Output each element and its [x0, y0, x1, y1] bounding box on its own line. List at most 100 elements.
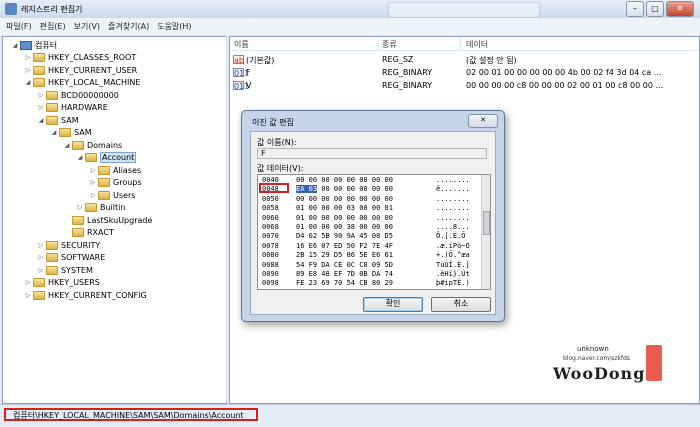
tree-expander-icon[interactable]: ◢: [37, 117, 45, 124]
hex-offset: 0070: [262, 232, 279, 241]
tree-node-label: HKEY_CLASSES_ROOT: [48, 53, 137, 62]
tree-expander-icon[interactable]: ◢: [11, 42, 19, 49]
tree-expander-icon[interactable]: ▷: [24, 279, 32, 286]
hex-offset: 0058: [262, 204, 279, 213]
menu-item-3[interactable]: 즐겨찾기(A): [108, 21, 149, 32]
tree-expander-icon[interactable]: ▷: [89, 167, 97, 174]
hex-bytes[interactable]: 00 00 00 00 00 00 00 00: [296, 194, 393, 204]
tree-node[interactable]: ▷ Builtin: [76, 202, 125, 214]
tree-node-label: SECURITY: [61, 240, 101, 250]
hex-ascii: ........: [436, 176, 470, 184]
window-controls: – ▢ ✕: [626, 1, 694, 17]
list-column-header: 이름 종류 데이터: [230, 37, 699, 51]
hex-selected-bytes[interactable]: EA 03: [296, 185, 318, 194]
tree-node[interactable]: ▷ SYSTEM: [37, 264, 93, 276]
hex-bytes[interactable]: 01 00 00 00 03 00 00 01: [296, 203, 393, 213]
tree-node-label: Account: [100, 152, 137, 163]
menu-item-0[interactable]: 파일(F): [6, 21, 32, 32]
tree-node[interactable]: ▷ BCD00000000: [37, 89, 119, 101]
tree-node[interactable]: ◢ 컴퓨터: [11, 39, 57, 51]
tree-expander-icon[interactable]: ▷: [89, 192, 97, 199]
hex-scrollbar[interactable]: [481, 175, 490, 289]
value-name-label: 값 이름(N):: [257, 138, 297, 147]
hex-bytes[interactable]: 54 F9 DA CE 0C C8 09 5D: [296, 260, 393, 270]
tree-expander-icon[interactable]: ◢: [50, 129, 58, 136]
folder-icon: [46, 103, 58, 112]
hex-offset: 0088: [262, 260, 279, 269]
tree-expander-icon[interactable]: ◢: [24, 79, 32, 86]
hex-bytes[interactable]: 89 E8 48 EF 7D 0B DA 74: [296, 269, 393, 279]
hex-ascii: ê.......: [436, 185, 470, 194]
tree-node[interactable]: ▷ Aliases: [89, 164, 141, 176]
cancel-button[interactable]: 취소: [431, 297, 491, 312]
hex-bytes[interactable]: D4 02 5B 90 9A 45 08 D5: [296, 231, 393, 241]
column-divider[interactable]: [460, 37, 461, 50]
tree-expander-icon[interactable]: ▷: [37, 267, 45, 274]
tree-node[interactable]: ▷ SOFTWARE: [37, 252, 105, 264]
value-row[interactable]: ab (기본값) REG_SZ (값 설정 안 됨): [230, 53, 699, 66]
tree-expander-icon[interactable]: ▷: [37, 92, 45, 99]
tree-expander-icon[interactable]: ▷: [24, 292, 32, 299]
menu-item-1[interactable]: 편집(E): [40, 21, 66, 32]
hex-bytes[interactable]: 00 00 00 00 00 00 00 00: [296, 175, 393, 185]
tree-node-label: HARDWARE: [61, 103, 108, 112]
tree-node[interactable]: ▷ Users: [89, 189, 135, 201]
tree-node-label: HKEY_CURRENT_USER: [48, 65, 138, 75]
tree-expander-icon[interactable]: ◢: [63, 142, 71, 149]
folder-icon: [46, 240, 58, 250]
hex-ascii: +.)Õ.^æa: [436, 251, 470, 260]
tree-node[interactable]: LastSkuUpgrade: [63, 214, 152, 226]
ok-button[interactable]: 확인: [363, 297, 423, 312]
close-button[interactable]: ✕: [666, 1, 694, 17]
maximize-button[interactable]: ▢: [646, 1, 664, 17]
scroll-thumb[interactable]: [483, 211, 490, 235]
minimize-button[interactable]: –: [626, 1, 644, 17]
tree-expander-icon[interactable]: ◢: [76, 154, 84, 161]
tree-node-label: 컴퓨터: [35, 40, 58, 50]
column-data[interactable]: 데이터: [466, 39, 488, 50]
tree-expander-icon[interactable]: ▷: [37, 254, 45, 261]
value-row[interactable]: 011 F REG_BINARY 02 00 01 00 00 00 00 00 4b…: [230, 66, 699, 79]
tree-expander-icon[interactable]: ▷: [24, 67, 32, 74]
hex-bytes[interactable]: 2B 15 29 D5 86 5E E6 61: [296, 250, 393, 260]
tree-node[interactable]: ▷ SECURITY: [37, 239, 100, 251]
hex-bytes[interactable]: 16 E6 07 ED 50 F2 7E 4F: [296, 241, 393, 251]
tree-node[interactable]: ▷ HKEY_CURRENT_USER: [24, 64, 137, 76]
menu-item-4[interactable]: 도움말(H): [157, 21, 191, 32]
tree-node[interactable]: ▷ Groups: [89, 177, 142, 189]
tree-node-label: LastSkuUpgrade: [87, 215, 153, 225]
tree-node[interactable]: ◢ SAM: [37, 114, 79, 126]
dialog-close-button[interactable]: ✕: [468, 114, 498, 128]
tree-node[interactable]: ◢ SAM: [50, 127, 92, 139]
tree-node[interactable]: ▷ HKEY_USERS: [24, 277, 100, 289]
hex-bytes[interactable]: FE 23 69 70 54 CB 80 29: [296, 278, 393, 288]
tree-node[interactable]: ◢ HKEY_LOCAL_MACHINE: [24, 77, 140, 89]
value-row[interactable]: 011 V REG_BINARY 00 00 00 00 c8 00 00 00 02…: [230, 79, 699, 92]
column-divider[interactable]: [378, 37, 379, 50]
hex-bytes[interactable]: 01 00 00 00 38 00 00 00: [296, 222, 393, 232]
tree-expander-icon[interactable]: ▷: [89, 179, 97, 186]
tree-expander-icon[interactable]: ▷: [37, 104, 45, 111]
menu-item-2[interactable]: 보기(V): [74, 21, 100, 32]
registry-tree-pane[interactable]: ◢ 컴퓨터 ▷ HKEY_CLASSES_ROOT ▷ HKEY_CURRENT_USER…: [2, 36, 227, 404]
column-name[interactable]: 이름: [234, 39, 249, 50]
folder-icon: [98, 178, 110, 187]
tree-expander-icon[interactable]: ▷: [76, 204, 84, 211]
tree-node[interactable]: ◢ Account: [76, 152, 137, 164]
column-type[interactable]: 종류: [382, 39, 397, 50]
hex-bytes[interactable]: EA 03 00 00 00 00 00 00: [296, 184, 393, 194]
tree-node[interactable]: RXACT: [63, 227, 114, 239]
tree-node[interactable]: ◢ Domains: [63, 139, 122, 151]
tree-node-label: HKEY_LOCAL_MACHINE: [48, 78, 141, 87]
watermark-stamp: [646, 345, 662, 381]
tree-expander-icon[interactable]: ▷: [37, 242, 45, 249]
hex-editor[interactable]: 0098 FE 23 69 70 54 CB 80 29 þ#ipTË.) 0090 8…: [257, 174, 491, 290]
tree-node-label: BCD00000000: [61, 90, 119, 100]
tree-expander-icon[interactable]: ▷: [24, 54, 32, 61]
tree-node[interactable]: ▷ HARDWARE: [37, 102, 108, 114]
folder-icon: [46, 90, 58, 100]
tree-node[interactable]: ▷ HKEY_CURRENT_CONFIG: [24, 289, 147, 301]
folder-icon: [72, 215, 84, 225]
hex-bytes[interactable]: 01 00 00 00 00 00 00 00: [296, 213, 393, 223]
tree-node[interactable]: ▷ HKEY_CLASSES_ROOT: [24, 52, 136, 64]
